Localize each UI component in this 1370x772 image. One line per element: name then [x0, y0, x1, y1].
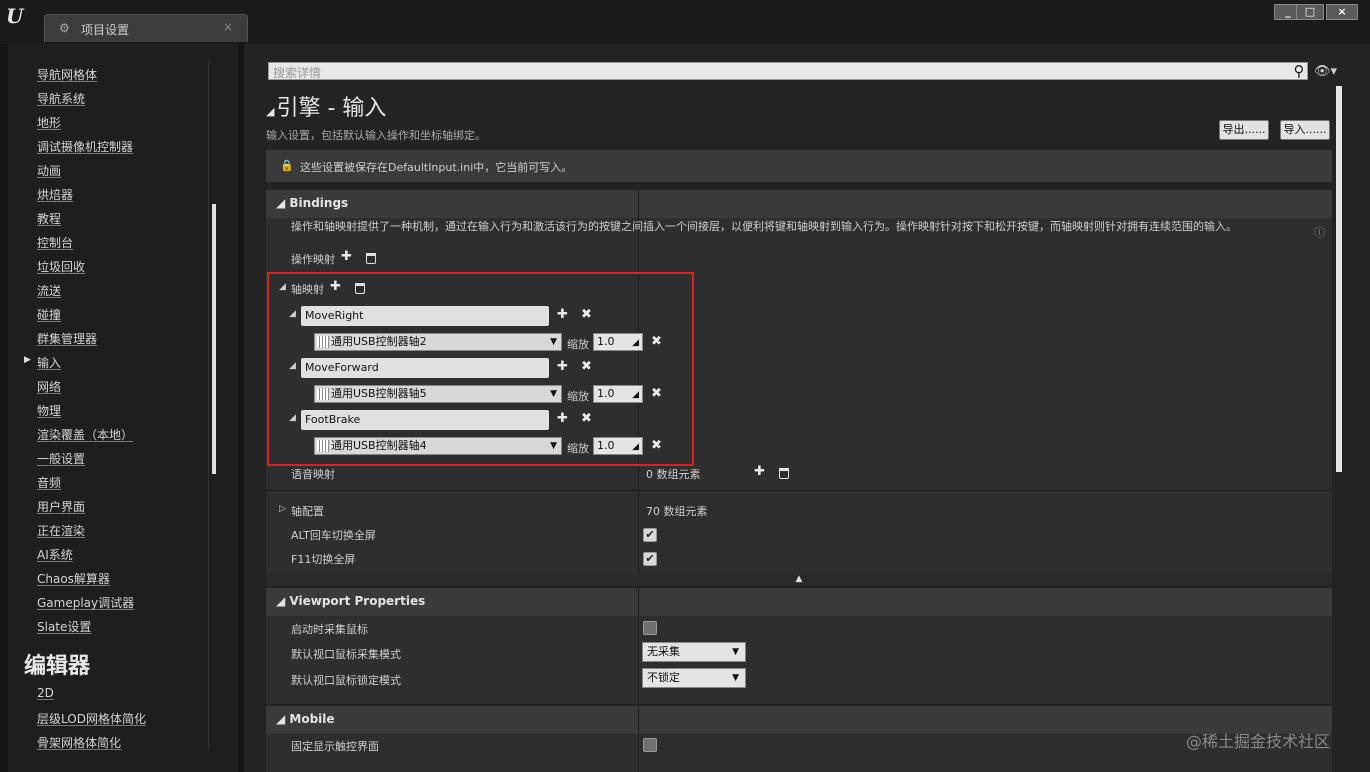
viewport-properties-header[interactable]: ◢ Viewport Properties: [266, 588, 1332, 616]
sidebar-item[interactable]: 教程: [37, 210, 61, 228]
column-divider: [638, 588, 639, 704]
maximize-button[interactable]: □: [1296, 4, 1324, 20]
tab-label: 项目设置: [81, 23, 130, 37]
mobile-header[interactable]: ◢ Mobile: [266, 706, 1332, 734]
mobile-panel: [266, 734, 1332, 772]
axis-config-expand-arrow-icon[interactable]: ▷: [279, 504, 286, 514]
mobile-title: ◢ Mobile: [276, 712, 335, 726]
speech-mappings-label: 语音映射: [291, 468, 335, 481]
sidebar-item[interactable]: Slate设置: [37, 618, 91, 636]
chevron-down-icon: ▼: [732, 647, 739, 657]
sidebar-item[interactable]: 网络: [37, 378, 61, 396]
sidebar-item[interactable]: 垃圾回收: [37, 258, 85, 276]
page-title: ◢引擎 - 输入: [266, 96, 387, 121]
alt-enter-fullscreen-label: ALT回车切换全屏: [291, 529, 376, 542]
alt-enter-fullscreen-checkbox[interactable]: ✔: [643, 528, 657, 542]
speech-mappings-count: 0 数组元素: [646, 468, 701, 481]
sidebar-item[interactable]: 用户界面: [37, 498, 85, 516]
always-show-touch-label: 固定显示触控界面: [291, 740, 379, 753]
details-scrollbar[interactable]: [1336, 86, 1342, 472]
axis-config-label: 轴配置: [291, 505, 324, 518]
delete-action-mappings-icon[interactable]: [366, 253, 376, 264]
axis-config-count: 70 数组元素: [646, 505, 708, 518]
export-button[interactable]: 导出......: [1219, 120, 1269, 140]
watermark: @稀土掘金技术社区: [1186, 732, 1331, 751]
sidebar-item[interactable]: 烘焙器: [37, 186, 73, 204]
sidebar-item[interactable]: 动画: [37, 162, 61, 180]
settings-sidebar: 导航网格体导航系统地形调试摄像机控制器 动画烘焙器教程控制台垃圾回收流送碰撞群集管…: [8, 44, 238, 772]
bindings-header[interactable]: ◢ Bindings: [266, 190, 1332, 218]
sidebar-item[interactable]: Gameplay调试器: [37, 594, 134, 612]
search-icon[interactable]: ⚲: [1290, 62, 1308, 80]
chevron-down-icon: ▼: [732, 673, 739, 683]
sidebar-editor-item[interactable]: 2D: [37, 686, 54, 704]
bindings-title: ◢ Bindings: [276, 196, 349, 210]
sidebar-editor-item[interactable]: 层级LOD网格体简化: [37, 710, 146, 728]
close-window-button[interactable]: ×: [1326, 4, 1358, 20]
unreal-logo-icon: U: [6, 4, 24, 28]
sidebar-item[interactable]: 导航系统: [37, 90, 85, 108]
sidebar-item[interactable]: AI系统: [37, 546, 73, 564]
capture-mode-select[interactable]: 无采集 ▼: [642, 642, 746, 662]
lock-mode-label: 默认视口鼠标锁定模式: [291, 674, 401, 687]
lock-mode-select[interactable]: 不锁定 ▼: [642, 668, 746, 688]
sidebar-item[interactable]: Chaos解算器: [37, 570, 110, 588]
sidebar-item[interactable]: 调试摄像机控制器: [37, 138, 133, 156]
sidebar-item[interactable]: 渲染覆盖（本地）: [37, 426, 133, 444]
sidebar-item[interactable]: 物理: [37, 402, 61, 420]
sidebar-item[interactable]: 输入: [37, 354, 61, 372]
sidebar-item[interactable]: 群集管理器: [37, 330, 97, 348]
sidebar-item[interactable]: 音频: [37, 474, 61, 492]
sidebar-item[interactable]: 导航网格体: [37, 66, 97, 84]
axis-mappings-highlight-box: [267, 272, 694, 466]
page-description: 输入设置，包括默认输入操作和坐标轴绑定。: [266, 129, 486, 142]
lock-icon: 🔒: [280, 159, 294, 172]
delete-speech-mappings-icon[interactable]: [779, 468, 789, 479]
viewport-properties-title: ◢ Viewport Properties: [276, 594, 426, 608]
add-action-mapping-icon[interactable]: ✚: [341, 249, 352, 264]
f11-fullscreen-label: F11切换全屏: [291, 553, 356, 566]
sidebar-scroll-track: [208, 60, 209, 750]
selected-arrow-icon: ▶: [24, 355, 31, 365]
add-speech-mapping-icon[interactable]: ✚: [754, 464, 765, 479]
capture-on-start-checkbox[interactable]: [643, 621, 657, 635]
sidebar-section-editor: 编辑器: [24, 654, 91, 679]
title-bar: U ⚙ 项目设置 × _ □ ×: [0, 0, 1370, 44]
capture-on-start-label: 启动时采集鼠标: [291, 623, 368, 636]
sidebar-item[interactable]: 碰撞: [37, 306, 61, 324]
collapse-arrow-icon[interactable]: ◢: [266, 105, 274, 118]
tab-close-icon[interactable]: ×: [223, 20, 233, 34]
search-input[interactable]: 搜索详情: [268, 62, 1308, 80]
sidebar-editor-item[interactable]: 骨架网格体简化: [37, 734, 121, 752]
sidebar-scrollbar[interactable]: [212, 204, 216, 474]
sidebar-item[interactable]: 控制台: [37, 234, 73, 252]
sidebar-item[interactable]: 地形: [37, 114, 61, 132]
view-options-eye-icon[interactable]: 👁▾: [1314, 64, 1337, 79]
collapse-advanced-icon[interactable]: ▲: [266, 574, 1332, 586]
settings-gear-icon: ⚙: [59, 21, 70, 35]
sidebar-item[interactable]: 流送: [37, 282, 61, 300]
bindings-description: 操作和轴映射提供了一种机制，通过在输入行为和激活该行为的按键之间插入一个间接层，…: [291, 220, 1237, 233]
config-notice: 🔒 这些设置被保存在DefaultInput.ini中，它当前可写入。: [266, 150, 1332, 182]
sidebar-item[interactable]: 正在渲染: [37, 522, 85, 540]
help-icon[interactable]: ⓘ: [1314, 224, 1325, 240]
divider: [266, 490, 1332, 491]
import-button[interactable]: 导入......: [1280, 120, 1330, 140]
viewport-properties-panel: [266, 616, 1332, 704]
capture-mode-label: 默认视口鼠标采集模式: [291, 648, 401, 661]
sidebar-item[interactable]: 一般设置: [37, 450, 85, 468]
always-show-touch-checkbox[interactable]: [643, 738, 657, 752]
tab-project-settings[interactable]: ⚙ 项目设置 ×: [44, 14, 248, 42]
action-mappings-label: 操作映射: [291, 253, 335, 266]
column-divider: [638, 706, 639, 772]
f11-fullscreen-checkbox[interactable]: ✔: [643, 552, 657, 566]
